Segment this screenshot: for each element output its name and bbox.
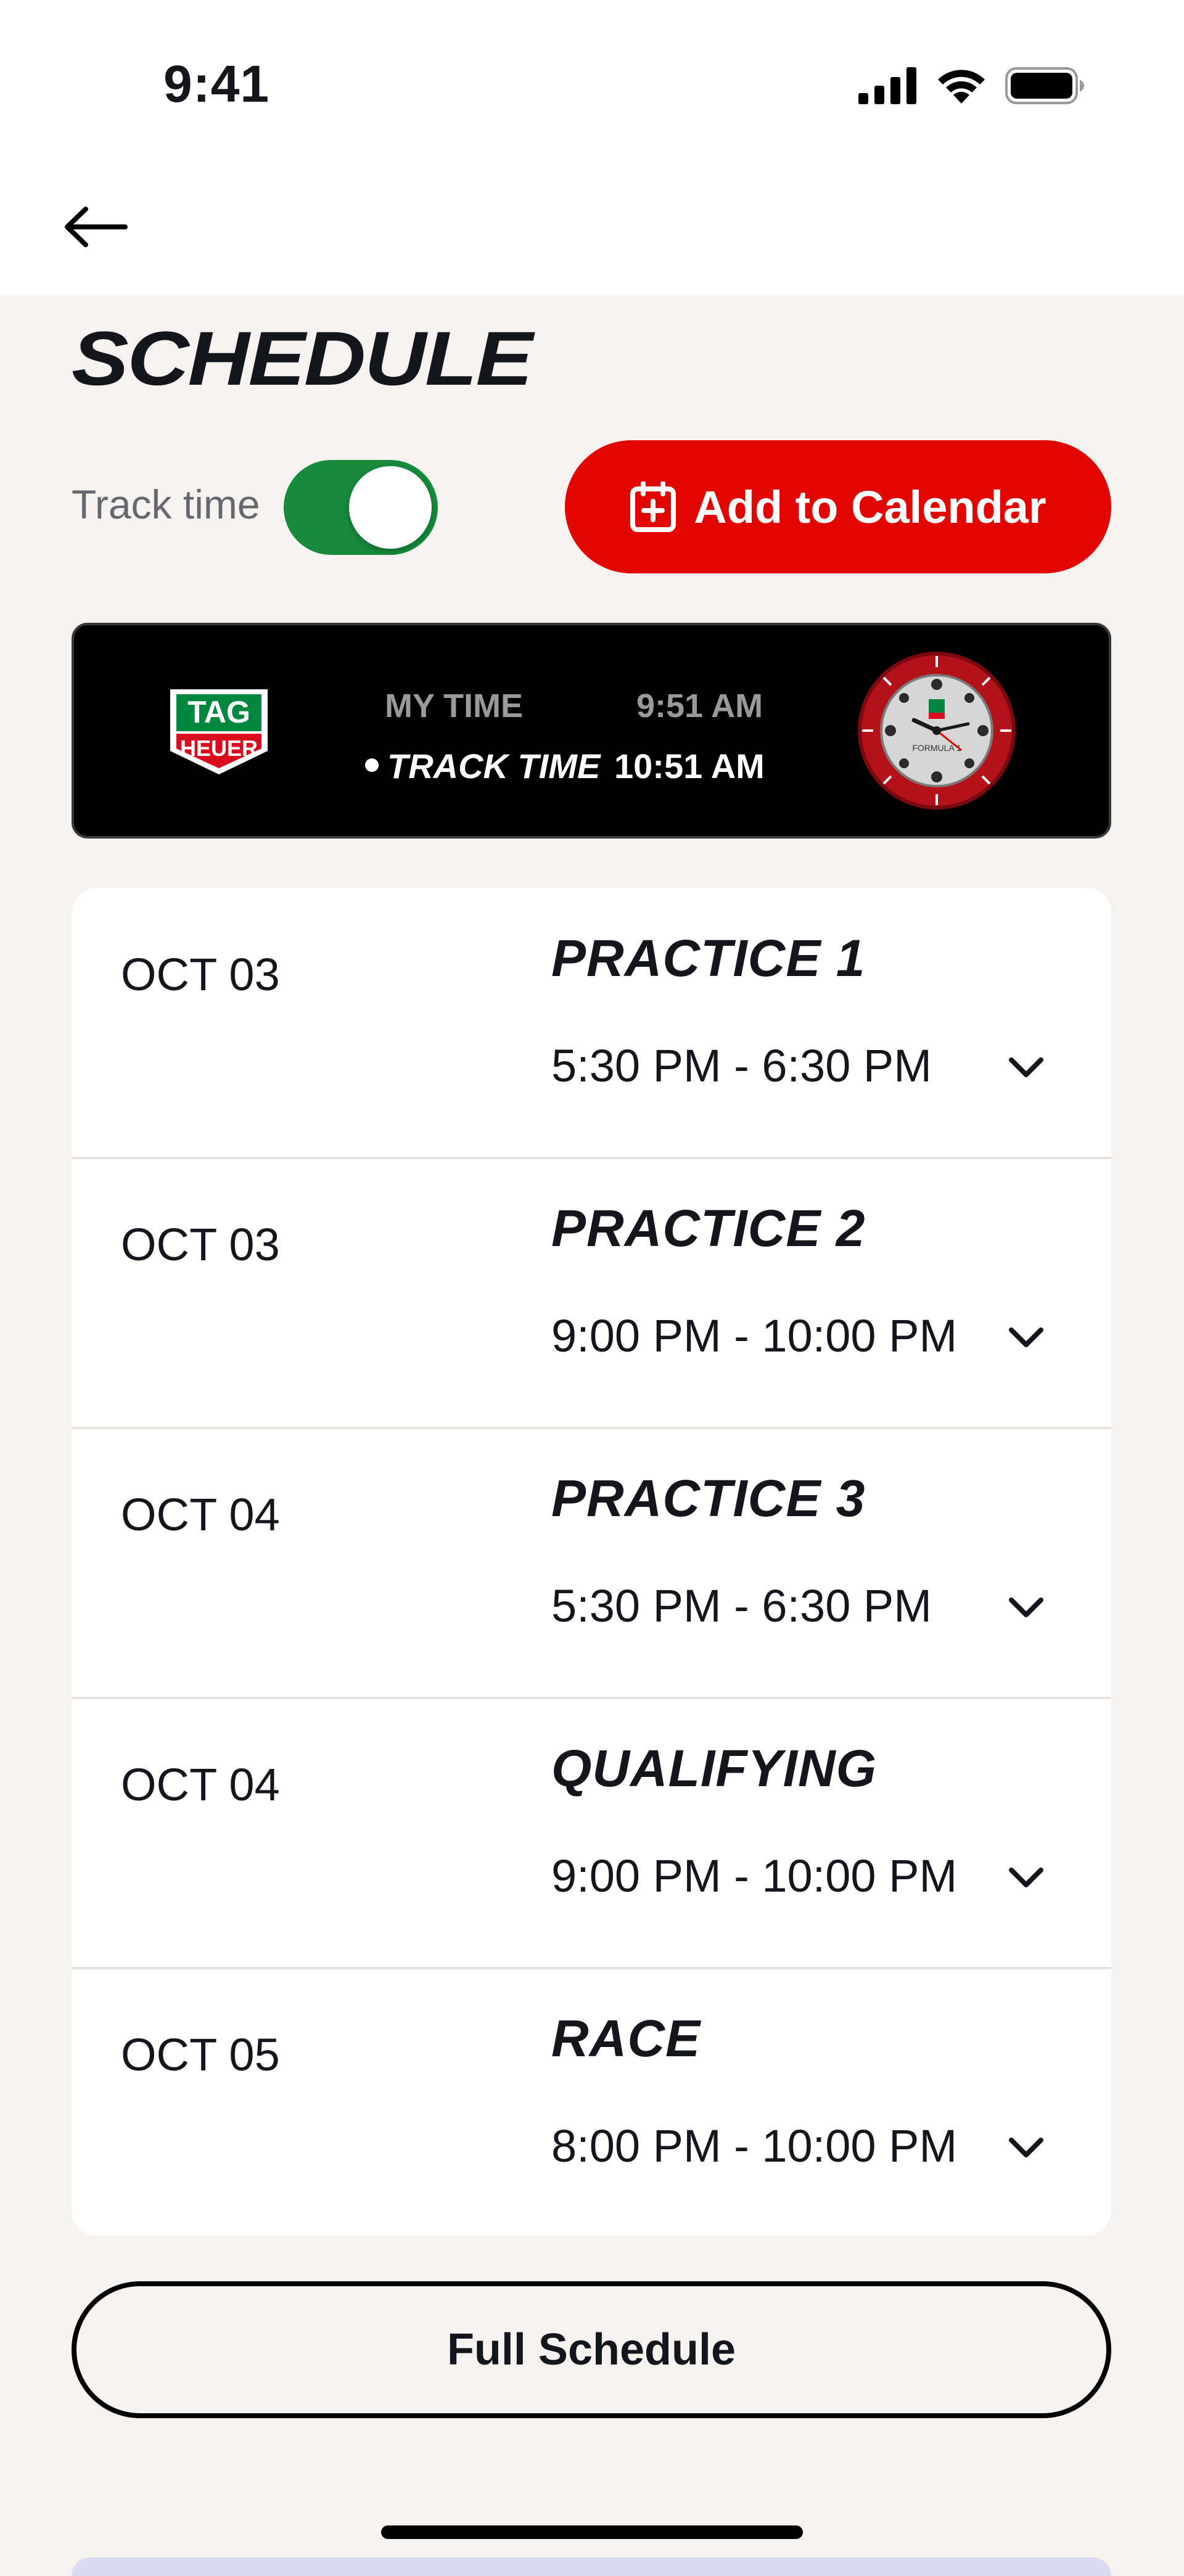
session-date: OCT 05 [121, 2029, 280, 2080]
my-time-value: 9:51 AM [636, 687, 763, 724]
svg-text:HEUER: HEUER [180, 736, 258, 761]
full-schedule-button[interactable]: Full Schedule [72, 2281, 1111, 2418]
session-row-practice-2[interactable]: OCT 03 PRACTICE 2 9:00 PM - 10:00 PM [72, 1157, 1111, 1428]
session-time: 9:00 PM - 10:00 PM [551, 1850, 958, 1901]
chevron-down-icon[interactable] [1003, 2130, 1050, 2167]
session-name: RACE [551, 2009, 701, 2067]
session-date: OCT 03 [121, 949, 280, 1000]
session-date: OCT 04 [121, 1759, 280, 1810]
track-time-banner-label: TRACK TIME [365, 746, 600, 786]
page-title: SCHEDULE [72, 316, 533, 401]
session-row-race[interactable]: OCT 05 RACE 8:00 PM - 10:00 PM [72, 1967, 1111, 2236]
session-date: OCT 03 [121, 1219, 280, 1270]
schedule-list: OCT 03 PRACTICE 1 5:30 PM - 6:30 PM OCT … [72, 888, 1111, 2236]
watch-icon: FORMULA 1 [858, 652, 1016, 810]
home-indicator[interactable] [381, 2525, 803, 2539]
tag-heuer-logo: TAG HEUER [170, 689, 268, 774]
session-name: PRACTICE 3 [551, 1469, 866, 1527]
chevron-down-icon[interactable] [1003, 1049, 1050, 1086]
session-name: PRACTICE 1 [551, 929, 866, 987]
session-time: 8:00 PM - 10:00 PM [551, 2120, 958, 2172]
tag-heuer-time-banner: TAG HEUER MY TIME 9:51 AM TRACK TIME 10:… [72, 623, 1111, 839]
track-time-banner-text: TRACK TIME [387, 747, 601, 786]
status-bar-time: 9:41 [163, 55, 270, 113]
session-date: OCT 04 [121, 1489, 280, 1540]
session-time: 5:30 PM - 6:30 PM [551, 1580, 932, 1631]
svg-text:TAG: TAG [187, 695, 250, 729]
bottom-card-peek [72, 2558, 1111, 2576]
track-time-label: Track time [72, 482, 260, 527]
session-name: QUALIFYING [551, 1739, 877, 1797]
toggle-knob [349, 466, 432, 549]
session-time: 5:30 PM - 6:30 PM [551, 1040, 932, 1091]
calendar-plus-icon [630, 482, 676, 532]
chevron-down-icon[interactable] [1003, 1860, 1050, 1897]
chevron-down-icon[interactable] [1003, 1319, 1050, 1356]
session-row-practice-3[interactable]: OCT 04 PRACTICE 3 5:30 PM - 6:30 PM [72, 1427, 1111, 1698]
track-time-toggle[interactable] [284, 460, 438, 555]
cellular-signal-icon [858, 67, 916, 104]
track-time-banner-value: 10:51 AM [614, 747, 765, 786]
session-row-practice-1[interactable]: OCT 03 PRACTICE 1 5:30 PM - 6:30 PM [72, 888, 1111, 1158]
session-time: 9:00 PM - 10:00 PM [551, 1310, 958, 1361]
back-button[interactable] [59, 194, 133, 259]
wifi-icon [938, 70, 985, 104]
add-to-calendar-button[interactable]: Add to Calendar [565, 440, 1111, 573]
my-time-label: MY TIME [385, 687, 524, 724]
status-bar-icons [858, 67, 1085, 105]
arrow-left-icon [65, 206, 128, 247]
add-to-calendar-label: Add to Calendar [694, 481, 1046, 533]
active-dot [365, 758, 379, 773]
top-bar: 9:41 [0, 0, 1184, 295]
session-name: PRACTICE 2 [551, 1199, 866, 1257]
chevron-down-icon[interactable] [1003, 1589, 1050, 1626]
battery-icon [1005, 67, 1084, 104]
session-row-qualifying[interactable]: OCT 04 QUALIFYING 9:00 PM - 10:00 PM [72, 1697, 1111, 1968]
